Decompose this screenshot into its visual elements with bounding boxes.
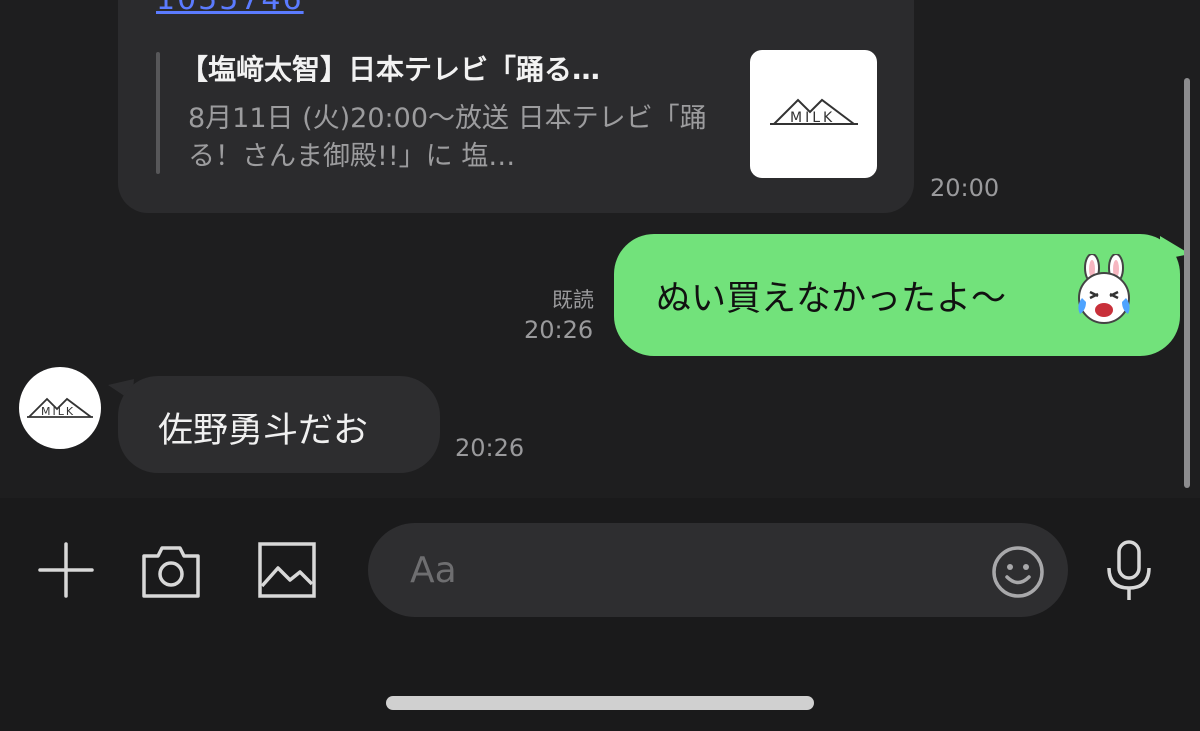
contact-avatar[interactable]: MILK	[19, 367, 101, 449]
home-indicator[interactable]	[386, 696, 814, 710]
scrollbar[interactable]	[1184, 78, 1190, 488]
camera-icon[interactable]	[140, 540, 202, 600]
message-input[interactable]	[368, 523, 1068, 617]
incoming-timestamp: 20:26	[455, 434, 525, 462]
avatar-logo-text: MILK	[41, 405, 75, 418]
milk-logo-icon: MILK	[769, 98, 858, 126]
preview-description: 8月11日 (火)20:00〜放送 日本テレビ「踊る！さんま御殿!!」に 塩…	[188, 103, 707, 172]
milk-avatar-logo-icon: MILK	[27, 397, 93, 418]
plus-icon[interactable]	[36, 540, 96, 600]
message-link[interactable]: 1055746	[156, 0, 304, 17]
preview-title[interactable]: 【塩﨑太智】日本テレビ「踊る…	[180, 52, 720, 88]
read-status: 既読	[552, 288, 594, 312]
crying-bunny-sticker-icon	[1078, 254, 1130, 324]
thumb-logo-text: MILK	[790, 110, 835, 126]
image-icon[interactable]	[256, 540, 318, 600]
incoming-message-text: 佐野勇斗だお	[158, 411, 369, 451]
microphone-icon[interactable]	[1104, 540, 1154, 602]
preview-divider	[156, 52, 160, 174]
emoji-icon[interactable]	[990, 544, 1046, 600]
message-input-placeholder: Aa	[410, 550, 457, 591]
preview-thumbnail[interactable]: MILK	[750, 50, 877, 178]
outgoing-message-text: ぬい買えなかったよ〜	[656, 279, 1007, 319]
preview-timestamp: 20:00	[930, 174, 1000, 202]
outgoing-timestamp: 20:26	[524, 316, 594, 344]
chat-area: 1055746 【塩﨑太智】日本テレビ「踊る… 8月11日 (火)20:00〜放…	[0, 0, 1200, 498]
